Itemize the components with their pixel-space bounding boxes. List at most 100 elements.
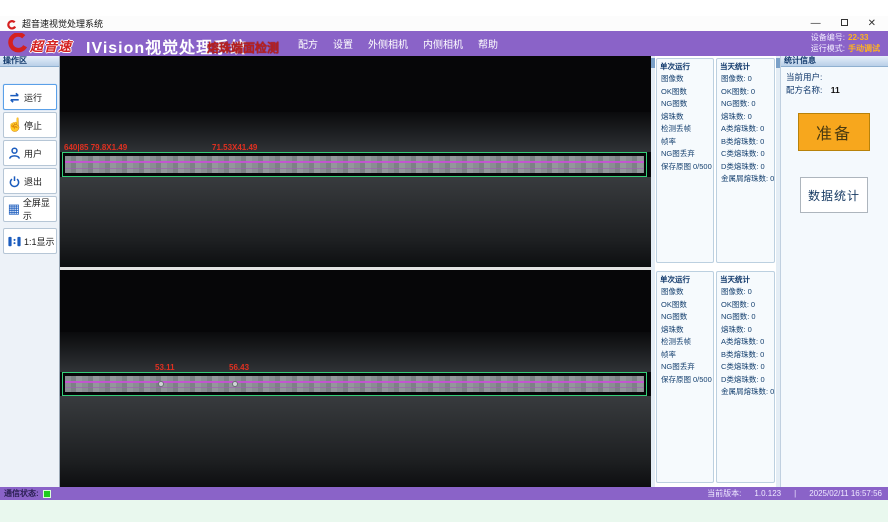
bead-detection-box — [62, 372, 647, 396]
stat-row: 图像数 — [657, 73, 713, 86]
run-icon — [7, 90, 22, 105]
inner-camera-viewport[interactable]: 53.11 56.43 — [60, 270, 651, 487]
statusbar-divider: | — [794, 489, 796, 498]
stop-label: 停止 — [24, 119, 42, 132]
window-titlebar: 超音速视觉处理系统 — ✕ — [0, 16, 888, 31]
app-subtitle: 熔珠端面检测 — [207, 39, 279, 56]
statusbar-right: 当前版本: 1.0.123 | 2025/02/11 16:57:56 — [707, 487, 882, 500]
minimize-button[interactable]: — — [811, 16, 821, 31]
stat-row: 熔珠数 — [657, 324, 713, 337]
recipe-label: 配方名称: — [786, 85, 822, 95]
app-icon — [6, 18, 17, 29]
current-user-label: 当前用户: — [786, 72, 822, 82]
datetime: 2025/02/11 16:57:56 — [809, 489, 882, 498]
group-title: 当天统计 — [717, 59, 774, 73]
group-title: 单次运行 — [657, 272, 713, 286]
image-surface-gradient — [60, 396, 651, 487]
recipe-value: 11 — [831, 85, 840, 95]
close-button[interactable]: ✕ — [868, 16, 876, 31]
stat-row: 金属屑熔珠数:0 — [717, 173, 774, 186]
screen: 超音速视觉处理系统 — ✕ 超音速 IVision视觉处理系统 熔珠端面检测 配… — [0, 0, 888, 522]
stat-row: A类熔珠数:0 — [717, 123, 774, 136]
sidebar-header: 操作区 — [0, 56, 59, 67]
window-controls: — ✕ — [811, 16, 876, 31]
maximize-icon — [841, 19, 848, 26]
window-title: 超音速视觉处理系统 — [22, 17, 103, 30]
ready-button[interactable]: 准备 — [798, 113, 870, 151]
outer-camera-viewport[interactable]: 640|85 79.8X1.49 71.53X41.49 — [60, 56, 651, 267]
menu-item[interactable]: 配方 — [298, 36, 318, 51]
user-button[interactable]: 用户 — [3, 140, 57, 166]
weld-bead-image — [65, 376, 644, 392]
stop-hand-icon: ☝ — [7, 117, 22, 133]
comm-status: 通信状态: — [4, 487, 51, 500]
stat-row: C类熔珠数:0 — [717, 148, 774, 161]
app-header: 超音速 IVision视觉处理系统 熔珠端面检测 配方设置外侧相机内侧相机帮助 … — [0, 31, 888, 56]
main-area: 操作区 运行 ☝ 停止 用户 退出 ▦ 全屏显示 — [0, 56, 888, 487]
run-button[interactable]: 运行 — [3, 84, 57, 110]
stat-row: NG图数:0 — [717, 98, 774, 111]
bead-edge-line — [65, 168, 644, 169]
stat-row: NG图丢弃 — [657, 148, 713, 161]
version-value: 1.0.123 — [754, 489, 781, 498]
stat-row: NG图丢弃 — [657, 361, 713, 374]
fullscreen-label: 全屏显示 — [23, 196, 56, 222]
run-mode-value: 手动调试 — [848, 44, 880, 53]
one-to-one-button[interactable]: 1:1显示 — [3, 228, 57, 254]
stat-row: A类熔珠数:0 — [717, 336, 774, 349]
run-mode-label: 运行模式: — [811, 44, 845, 53]
stat-row: NG图数 — [657, 98, 713, 111]
recipe-line: 配方名称: 11 — [786, 84, 840, 96]
single-run-group: 单次运行 图像数OK图数NG图数熔珠数检测丢帧帧率NG图丢弃保存原图0/500 — [656, 58, 714, 263]
defect-mark — [158, 381, 164, 387]
maximize-button[interactable] — [841, 16, 848, 31]
camera-viewports: 640|85 79.8X1.49 71.53X41.49 53.11 56.43 — [60, 56, 651, 487]
exit-label: 退出 — [24, 175, 42, 188]
comm-status-label: 通信状态: — [4, 488, 39, 499]
stat-row: 检测丢帧 — [657, 123, 713, 136]
menu-bar: 配方设置外侧相机内侧相机帮助 — [298, 31, 498, 56]
data-statistics-button[interactable]: 数据统计 — [800, 177, 868, 213]
one-to-one-icon — [7, 234, 22, 249]
inner-camera-stats: 单次运行 图像数OK图数NG图数熔珠数检测丢帧帧率NG图丢弃保存原图0/500 … — [655, 269, 776, 485]
operation-sidebar: 操作区 运行 ☝ 停止 用户 退出 ▦ 全屏显示 — [0, 56, 60, 487]
stat-row: 图像数:0 — [717, 73, 774, 86]
current-user-line: 当前用户: — [786, 71, 822, 83]
defect-mark — [232, 381, 238, 387]
user-icon — [7, 146, 22, 161]
stat-row: 图像数:0 — [717, 286, 774, 299]
stat-row: 检测丢帧 — [657, 336, 713, 349]
weld-bead-image — [65, 156, 644, 173]
stat-row: NG图数 — [657, 311, 713, 324]
image-surface-gradient — [60, 112, 651, 152]
bead-edge-line — [65, 381, 644, 383]
stat-row: 图像数 — [657, 286, 713, 299]
stat-row: C类熔珠数:0 — [717, 361, 774, 374]
bead-detection-box — [62, 152, 647, 177]
stop-button[interactable]: ☝ 停止 — [3, 112, 57, 138]
stat-row: 保存原图0/500 — [657, 161, 713, 174]
stat-row: NG图数:0 — [717, 311, 774, 324]
menu-item[interactable]: 内侧相机 — [423, 36, 463, 51]
run-label: 运行 — [24, 91, 42, 104]
statistics-info-panel: 统计信息 当前用户: 配方名称: 11 准备 数据统计 — [780, 56, 888, 487]
fullscreen-button[interactable]: ▦ 全屏显示 — [3, 196, 57, 222]
menu-item[interactable]: 外侧相机 — [368, 36, 408, 51]
version-label: 当前版本: — [707, 488, 741, 499]
logo-icon — [4, 33, 30, 54]
device-id-value: 22-33 — [848, 33, 868, 42]
stat-row: 保存原图0/500 — [657, 374, 713, 387]
group-title: 当天统计 — [717, 272, 774, 286]
user-label: 用户 — [24, 147, 42, 160]
measurement-annotation: 640|85 79.8X1.49 — [64, 143, 127, 152]
stat-row: 帧率 — [657, 349, 713, 362]
measurement-annotation: 53.11 — [155, 363, 175, 372]
stat-row: 熔珠数:0 — [717, 324, 774, 337]
stat-row: 帧率 — [657, 136, 713, 149]
stat-row: D类熔珠数:0 — [717, 161, 774, 174]
exit-button[interactable]: 退出 — [3, 168, 57, 194]
menu-item[interactable]: 设置 — [333, 36, 353, 51]
stat-row: 熔珠数:0 — [717, 111, 774, 124]
menu-item[interactable]: 帮助 — [478, 36, 498, 51]
measurement-annotation: 71.53X41.49 — [212, 143, 257, 152]
